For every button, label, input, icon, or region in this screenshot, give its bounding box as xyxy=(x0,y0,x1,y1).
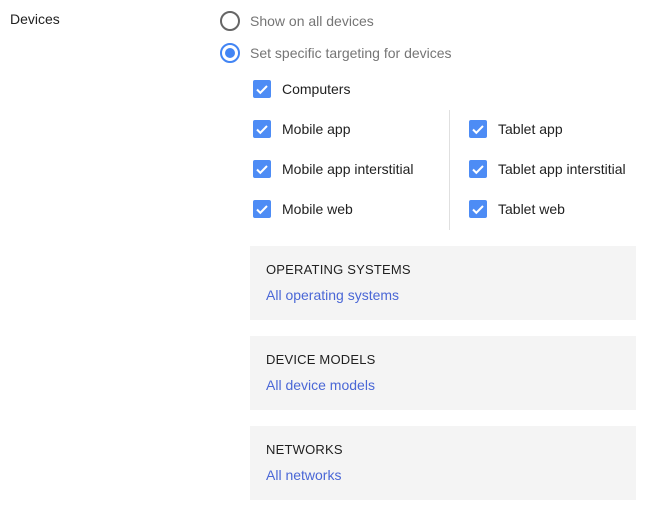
radio-show-all-label[interactable]: Show on all devices xyxy=(250,13,374,29)
checkbox-computers[interactable] xyxy=(253,80,271,98)
devices-label: Devices xyxy=(10,11,60,27)
all-device-models-link[interactable]: All device models xyxy=(266,377,375,393)
checkbox-mobile-web[interactable] xyxy=(253,200,271,218)
column-divider xyxy=(449,110,450,230)
networks-panel: NETWORKS All networks xyxy=(250,426,636,500)
checkmark-icon xyxy=(256,125,268,135)
checkbox-tablet-app[interactable] xyxy=(469,120,487,138)
radio-specific-targeting[interactable] xyxy=(220,43,240,63)
panel-title: NETWORKS xyxy=(266,442,343,457)
checkmark-icon xyxy=(256,85,268,95)
checkmark-icon xyxy=(256,165,268,175)
checkbox-tablet-web[interactable] xyxy=(469,200,487,218)
checkmark-icon xyxy=(472,125,484,135)
panel-title: OPERATING SYSTEMS xyxy=(266,262,411,277)
checkbox-label-tablet-app[interactable]: Tablet app xyxy=(498,121,563,137)
checkbox-mobile-app[interactable] xyxy=(253,120,271,138)
radio-specific-label[interactable]: Set specific targeting for devices xyxy=(250,45,452,61)
all-networks-link[interactable]: All networks xyxy=(266,467,341,483)
all-operating-systems-link[interactable]: All operating systems xyxy=(266,287,399,303)
checkbox-tablet-app-interstitial[interactable] xyxy=(469,160,487,178)
checkbox-label-computers[interactable]: Computers xyxy=(282,81,350,97)
checkbox-label-mobile-app[interactable]: Mobile app xyxy=(282,121,351,137)
checkbox-label-tablet-web[interactable]: Tablet web xyxy=(498,201,565,217)
checkbox-label-tablet-app-interstitial[interactable]: Tablet app interstitial xyxy=(498,161,626,177)
checkmark-icon xyxy=(256,205,268,215)
checkbox-label-mobile-app-interstitial[interactable]: Mobile app interstitial xyxy=(282,161,414,177)
operating-systems-panel: OPERATING SYSTEMS All operating systems xyxy=(250,246,636,320)
panel-title: DEVICE MODELS xyxy=(266,352,376,367)
radio-show-all-devices[interactable] xyxy=(220,11,240,31)
device-models-panel: DEVICE MODELS All device models xyxy=(250,336,636,410)
checkbox-label-mobile-web[interactable]: Mobile web xyxy=(282,201,353,217)
checkmark-icon xyxy=(472,205,484,215)
checkbox-mobile-app-interstitial[interactable] xyxy=(253,160,271,178)
checkmark-icon xyxy=(472,165,484,175)
